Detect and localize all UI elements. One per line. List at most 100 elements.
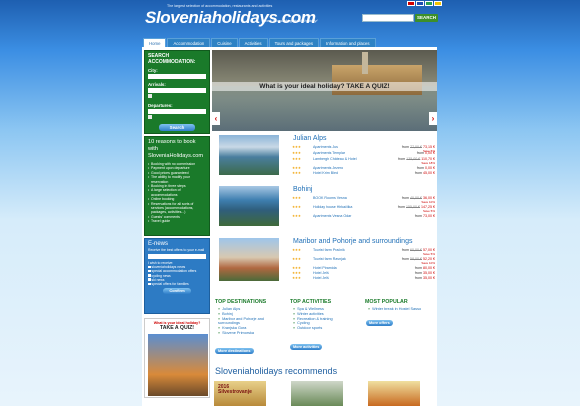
recommend-card[interactable]	[368, 381, 420, 406]
accommodation-name[interactable]: Holiday house Hirkačiika	[313, 205, 352, 210]
departures-calendar-icon[interactable]	[148, 115, 152, 119]
tab-information[interactable]: Information and places	[320, 38, 376, 47]
logo-site-name: Sloveniaholidays.com	[145, 8, 316, 27]
checkbox-icon[interactable]	[148, 282, 151, 286]
accommodation-row[interactable]: ★★★ Apartments Vesna Odar from 73,00 €	[292, 214, 437, 219]
tab-cuisine[interactable]: Cuisine	[211, 38, 238, 47]
top-destination-link[interactable]: Slovene Primorska	[218, 331, 278, 336]
reasons-box: 10 reasons to book with SloveniaHolidays…	[144, 136, 210, 236]
recommend-card[interactable]: 2016 Silvestrovanje	[214, 381, 266, 406]
accommodation-row[interactable]: ★★★ Tourist farm Ravnjak from 58,00 € 52,2…	[292, 257, 437, 265]
stars-icon: ★★★	[292, 171, 301, 175]
accommodation-row[interactable]: ★★★ Apartments Templar from 0,00 €	[292, 151, 437, 156]
flag-4-icon[interactable]	[434, 1, 442, 6]
accommodation-name[interactable]: Tourist farm Pračnik	[313, 248, 345, 253]
destination-title[interactable]: Maribor and Pohorje and surroundings	[293, 238, 412, 245]
accommodation-row[interactable]: ★★★ Hotel Jelš from 35,00 €	[292, 271, 437, 276]
accommodation-price: from 0,00 €	[416, 151, 435, 155]
flag-1-icon[interactable]	[407, 1, 415, 6]
accommodation-name[interactable]: Lambergh Château & Hotel	[313, 157, 357, 162]
top-activity-link[interactable]: Outdoor sports	[293, 326, 333, 331]
accommodation-name[interactable]: Apartments Jus	[313, 145, 338, 150]
enews-text: Receive the best offers to your e-mail	[148, 248, 205, 252]
accommodation-row[interactable]: ★★★ Hotel Piramida from 80,00 €	[292, 266, 437, 271]
accommodation-name[interactable]: Hotel Jelš	[313, 276, 329, 281]
checkbox-icon[interactable]	[148, 274, 151, 277]
stars-icon: ★★★	[292, 271, 301, 275]
stars-icon: ★★★	[292, 205, 301, 209]
tab-tours[interactable]: Tours and packages	[268, 38, 320, 47]
accommodation-name[interactable]: BOOK Rooms Vesna	[313, 196, 347, 201]
accommodation-name[interactable]: Hotel Jelš	[313, 271, 329, 276]
checkbox-icon[interactable]	[148, 265, 151, 268]
search-accommodation-button[interactable]: Search	[159, 124, 195, 131]
stars-icon: ★★★	[292, 166, 301, 170]
stars-icon: ★★★	[292, 248, 301, 252]
tab-home[interactable]: Home	[143, 38, 167, 47]
stars-icon: ★★★	[292, 151, 301, 155]
top-destination-link[interactable]: Maribor and Pohorje and surroundings	[218, 317, 278, 327]
quiz-ad-cta: TAKE A QUIZ!	[159, 325, 195, 331]
tab-activities[interactable]: Activities	[238, 38, 268, 47]
accommodation-price: from 45,00 €	[414, 171, 435, 175]
site-logo[interactable]: The largest selection of accommodation, …	[145, 4, 317, 34]
enews-option-label: special offers for families	[151, 282, 189, 287]
arrivals-input[interactable]	[148, 88, 206, 93]
destination-title[interactable]: Julian Alps	[293, 135, 326, 142]
destination-image[interactable]	[219, 135, 279, 175]
checkbox-icon[interactable]	[148, 278, 151, 281]
hero-slider[interactable]: What is your ideal holiday? TAKE A QUIZ!…	[212, 50, 437, 131]
destination-title[interactable]: Bohinj	[293, 186, 312, 193]
departures-input[interactable]	[148, 109, 206, 114]
tab-accommodation[interactable]: Accommodation	[167, 38, 211, 47]
more-destinations-button[interactable]: More destinations	[215, 348, 254, 354]
destination-image[interactable]	[219, 186, 279, 226]
accommodation-row[interactable]: ★★★ BOOK Rooms Vesna from 40,00 € 36,00 € S…	[292, 196, 437, 204]
enews-box: E-news Receive the best offers to your e…	[144, 238, 210, 314]
stars-icon: ★★★	[292, 214, 301, 218]
accommodation-price: from 0,00 €	[416, 166, 435, 170]
enews-email-input[interactable]	[148, 254, 206, 259]
more-offers-button[interactable]: More offers	[366, 320, 393, 326]
accommodation-name[interactable]: Hotel Krim Bled	[313, 171, 338, 176]
enews-option[interactable]: special offers for families	[148, 282, 206, 286]
city-input[interactable]	[148, 74, 206, 79]
accommodation-row[interactable]: ★★★ Hotel Krim Bled from 45,00 €	[292, 171, 437, 176]
accommodation-name[interactable]: Apartments Jezero	[313, 166, 343, 171]
accommodation-name[interactable]: Tourist farm Ravnjak	[313, 257, 346, 262]
most-popular-link[interactable]: Winter break in Hostel Sasso	[368, 307, 421, 312]
hero-prev-arrow-icon[interactable]: ‹	[212, 112, 220, 125]
destination-block: Bohinj ★★★ BOOK Rooms Vesna from 40,00 € 3…	[219, 186, 437, 234]
accommodation-row[interactable]: ★★★ Hotel Jelš from 35,00 €	[292, 276, 437, 281]
accommodation-row[interactable]: ★★★ Holiday house Hirkačiika from 155,00 €…	[292, 205, 437, 213]
accommodation-row[interactable]: ★★★ Lambergh Château & Hotel from 135,00 €…	[292, 157, 437, 165]
site-search-input[interactable]	[362, 14, 414, 22]
checkbox-icon[interactable]	[148, 269, 151, 273]
flag-3-icon[interactable]	[425, 1, 433, 6]
accommodation-row[interactable]: ★★★ Tourist farm Pračnik from 60,00 € 57,0…	[292, 248, 437, 256]
enews-heading: E-news	[148, 241, 169, 247]
destination-image[interactable]	[219, 238, 279, 281]
arrivals-calendar-icon[interactable]	[148, 94, 152, 98]
save-badge: Save 10%	[421, 261, 435, 265]
accommodation-name[interactable]: Apartments Vesna Odar	[313, 214, 351, 219]
accommodation-row[interactable]: ★★★ Apartments Jus from 77,00 € 73,15 € Sav…	[292, 145, 437, 153]
most-popular-list: Winter break in Hostel Sasso	[368, 307, 421, 312]
reasons-heading: 10 reasons to book with SloveniaHolidays…	[148, 139, 204, 159]
recommend-card[interactable]	[291, 381, 343, 406]
more-activities-button[interactable]: More activities	[290, 344, 323, 350]
language-flags	[407, 1, 442, 6]
accommodation-name[interactable]: Hotel Piramida	[313, 266, 337, 271]
stars-icon: ★★★	[292, 196, 301, 200]
enews-confirm-button[interactable]: Confirm	[163, 288, 191, 295]
accommodation-row[interactable]: ★★★ Apartments Jezero from 0,00 €	[292, 166, 437, 171]
site-search-button[interactable]: SEARCH	[415, 14, 438, 22]
hero-next-arrow-icon[interactable]: ›	[429, 112, 437, 125]
flag-2-icon[interactable]	[416, 1, 424, 6]
top-activities-list: Spa & Wellness Winter activities Recreat…	[293, 307, 333, 331]
quiz-ad[interactable]: What is your ideal holiday? TAKE A QUIZ!	[144, 318, 210, 398]
stars-icon: ★★★	[292, 276, 301, 280]
save-badge: Save 5%	[422, 252, 435, 256]
accommodation-name[interactable]: Apartments Templar	[313, 151, 345, 156]
accommodation-price: from 73,00 €	[414, 214, 435, 218]
